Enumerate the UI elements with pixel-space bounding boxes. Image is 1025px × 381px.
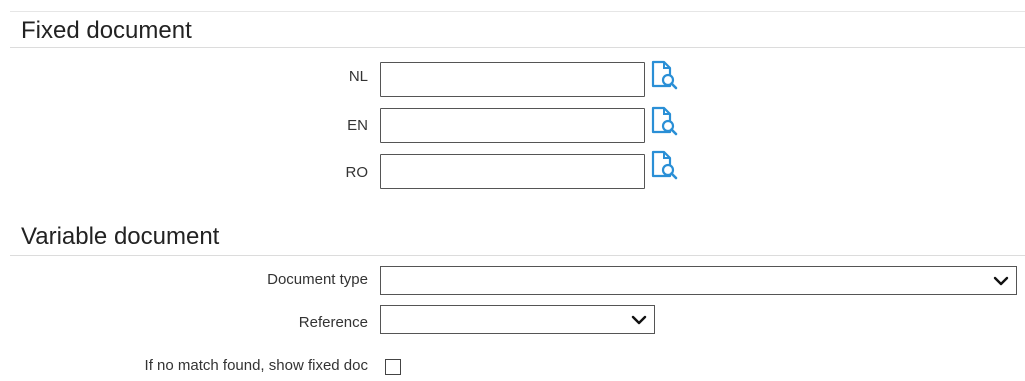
document-type-select[interactable] bbox=[380, 266, 1017, 295]
document-settings-form: Fixed document NL EN RO Variable documen… bbox=[0, 0, 1025, 381]
reference-label: Reference bbox=[298, 314, 368, 331]
document-type-label: Document type bbox=[267, 271, 368, 288]
fixed-document-divider bbox=[10, 47, 1025, 48]
en-document-search-icon[interactable] bbox=[650, 106, 680, 138]
en-input[interactable] bbox=[380, 108, 645, 143]
fixed-document-heading: Fixed document bbox=[21, 17, 192, 44]
ro-label: RO bbox=[345, 164, 369, 181]
chevron-down-icon bbox=[993, 276, 1009, 286]
nl-input[interactable] bbox=[380, 62, 645, 97]
reference-select[interactable] bbox=[380, 305, 655, 334]
fallback-checkbox[interactable] bbox=[385, 359, 401, 375]
nl-document-search-icon[interactable] bbox=[650, 60, 680, 92]
chevron-down-icon bbox=[631, 315, 647, 325]
fallback-label: If no match found, show fixed doc bbox=[144, 357, 368, 374]
ro-document-search-icon[interactable] bbox=[650, 150, 680, 182]
nl-label: NL bbox=[348, 68, 368, 85]
top-divider bbox=[10, 11, 1025, 12]
variable-document-divider bbox=[10, 255, 1025, 256]
ro-input[interactable] bbox=[380, 154, 645, 189]
en-label: EN bbox=[347, 117, 368, 134]
variable-document-heading: Variable document bbox=[21, 223, 220, 250]
